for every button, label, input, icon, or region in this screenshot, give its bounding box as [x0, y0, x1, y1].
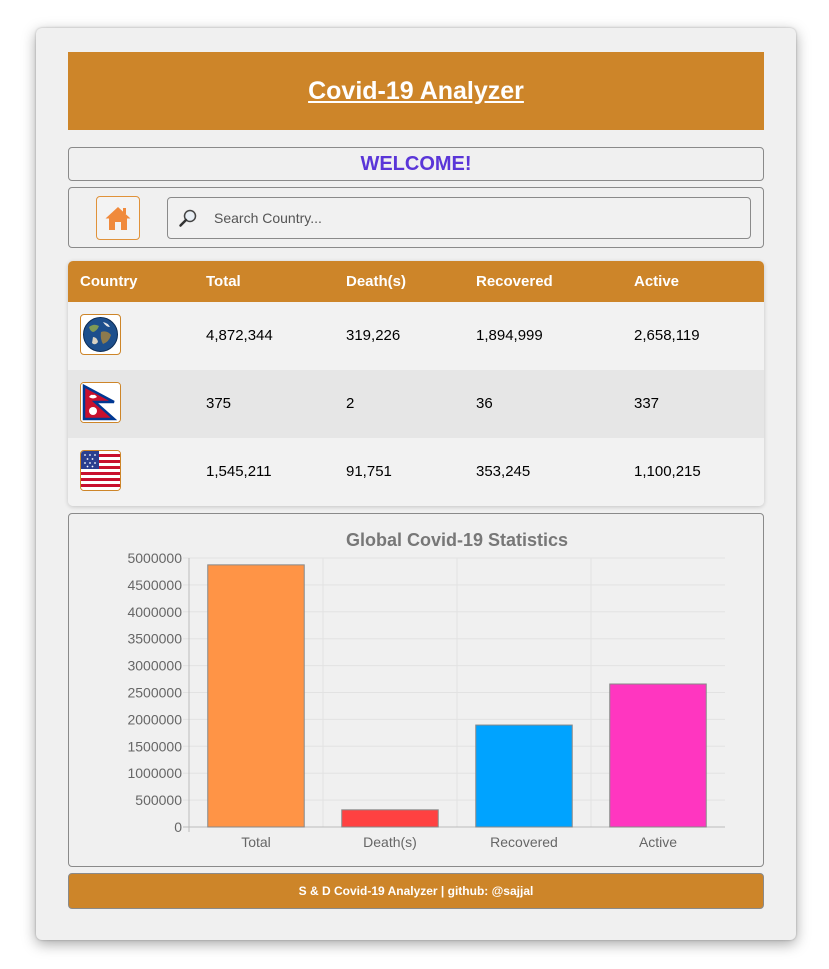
cell-deaths: 2 [346, 395, 355, 412]
cell-active: 337 [634, 395, 660, 412]
column-header-country: Country [80, 273, 138, 290]
table-header: Country Total Death(s) Recovered Active [68, 261, 764, 302]
cell-total: 1,545,211 [206, 463, 272, 480]
y-tick-label: 1000000 [127, 765, 182, 781]
y-tick-label: 4000000 [127, 604, 182, 620]
footer: S & D Covid-19 Analyzer | github: @sajja… [68, 873, 764, 909]
stats-table: Country Total Death(s) Recovered Active … [68, 261, 764, 506]
bar-total [207, 564, 305, 828]
home-icon [105, 207, 131, 230]
nepal-flag-icon[interactable] [80, 382, 121, 423]
footer-text: S & D Covid-19 Analyzer | github: @sajja… [298, 884, 534, 898]
chart-panel: Global Covid-19 Statistics 0 500000 1000000… [68, 513, 764, 867]
cell-total: 375 [206, 395, 232, 412]
y-tick-label: 5000000 [127, 550, 182, 566]
table-row: 1,545,211 91,751 353,245 1,100,215 [68, 438, 764, 506]
x-tick-label: Active [639, 834, 677, 850]
app-title[interactable]: Covid-19 Analyzer [308, 77, 524, 106]
y-tick-label: 2000000 [127, 711, 182, 727]
home-button[interactable] [96, 196, 140, 240]
y-tick-label: 3000000 [127, 658, 182, 674]
cell-recovered: 353,245 [476, 463, 531, 480]
magnifier-icon [178, 208, 200, 228]
cell-active: 2,658,119 [634, 327, 700, 344]
app-window: Covid-19 Analyzer WELCOME! Country Total [36, 28, 796, 940]
cell-deaths: 319,226 [346, 327, 401, 344]
global-stats-chart: Global Covid-19 Statistics 0 500000 1000000… [127, 530, 725, 850]
column-header-deaths: Death(s) [346, 273, 407, 290]
x-tick-label: Death(s) [363, 834, 417, 850]
column-header-active: Active [634, 273, 680, 290]
cell-active: 1,100,215 [634, 463, 701, 480]
y-tick-label: 2500000 [127, 685, 182, 701]
x-tick-label: Total [241, 834, 271, 850]
y-tick-label: 3500000 [127, 631, 182, 647]
table-row: 375 2 36 337 [68, 370, 764, 438]
cell-deaths: 91,751 [346, 463, 392, 480]
header-banner: Covid-19 Analyzer [68, 52, 764, 130]
column-header-total: Total [206, 273, 241, 290]
toolbar [68, 187, 764, 248]
y-tick-label: 1500000 [127, 738, 182, 754]
cell-total: 4,872,344 [206, 327, 273, 344]
chart-title: Global Covid-19 Statistics [346, 530, 568, 550]
globe-icon[interactable] [80, 314, 121, 355]
y-tick-label: 500000 [135, 792, 182, 808]
y-tick-label: 4500000 [127, 577, 182, 593]
y-tick-label: 0 [174, 819, 182, 835]
bar-recovered [475, 724, 573, 828]
search-bar[interactable] [167, 197, 751, 239]
bar-deaths [341, 809, 439, 828]
welcome-banner: WELCOME! [68, 147, 764, 181]
welcome-text: WELCOME! [360, 152, 472, 175]
usa-flag-icon[interactable] [80, 450, 121, 491]
cell-recovered: 36 [476, 395, 493, 412]
table-row: 4,872,344 319,226 1,894,999 2,658,119 [68, 302, 764, 370]
search-input[interactable] [212, 209, 736, 227]
cell-recovered: 1,894,999 [476, 327, 543, 344]
bar-active [609, 683, 707, 828]
x-tick-label: Recovered [490, 834, 558, 850]
column-header-recovered: Recovered [476, 273, 553, 290]
